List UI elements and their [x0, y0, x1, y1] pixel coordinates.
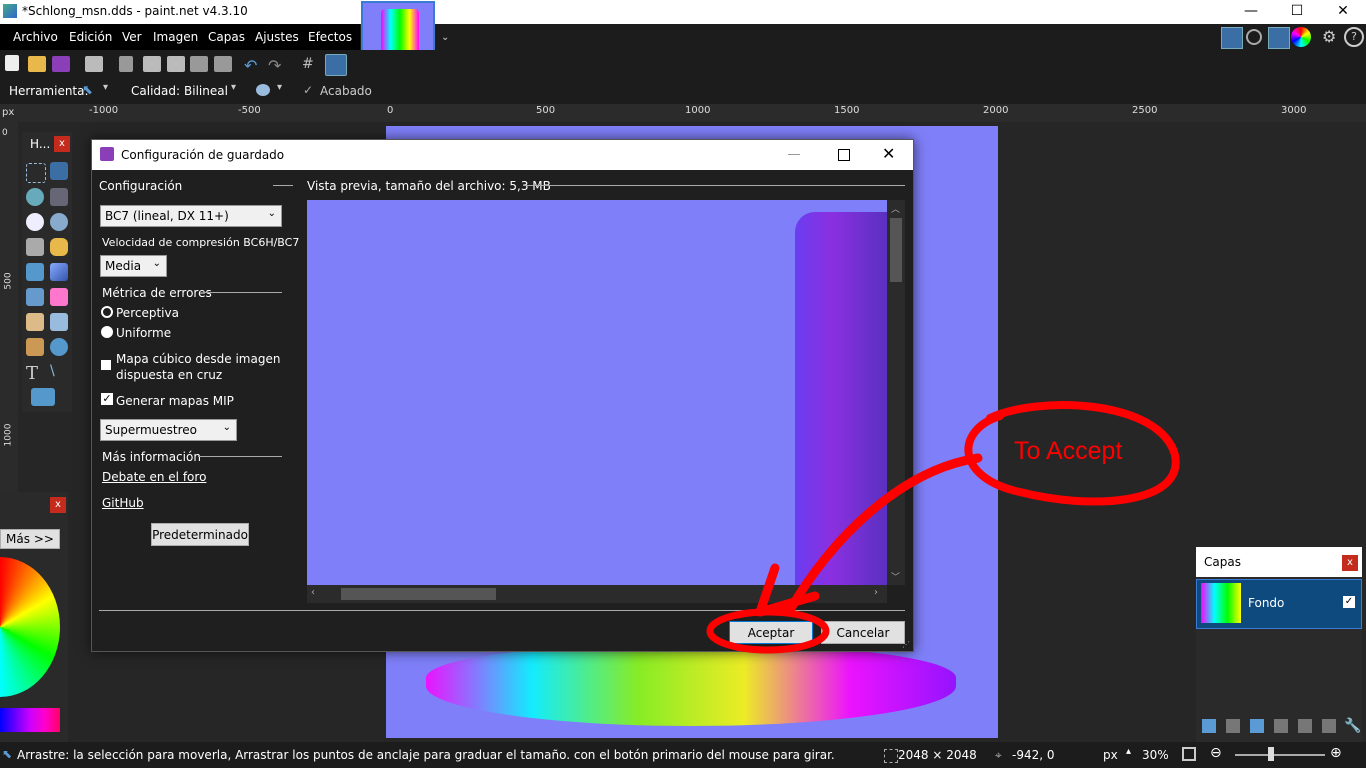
- annotation-layer: [706, 401, 1180, 654]
- annotation-text: To Accept: [1014, 437, 1123, 465]
- annotation-arrow-line: [785, 453, 983, 615]
- annotation-button-circle: [706, 608, 830, 654]
